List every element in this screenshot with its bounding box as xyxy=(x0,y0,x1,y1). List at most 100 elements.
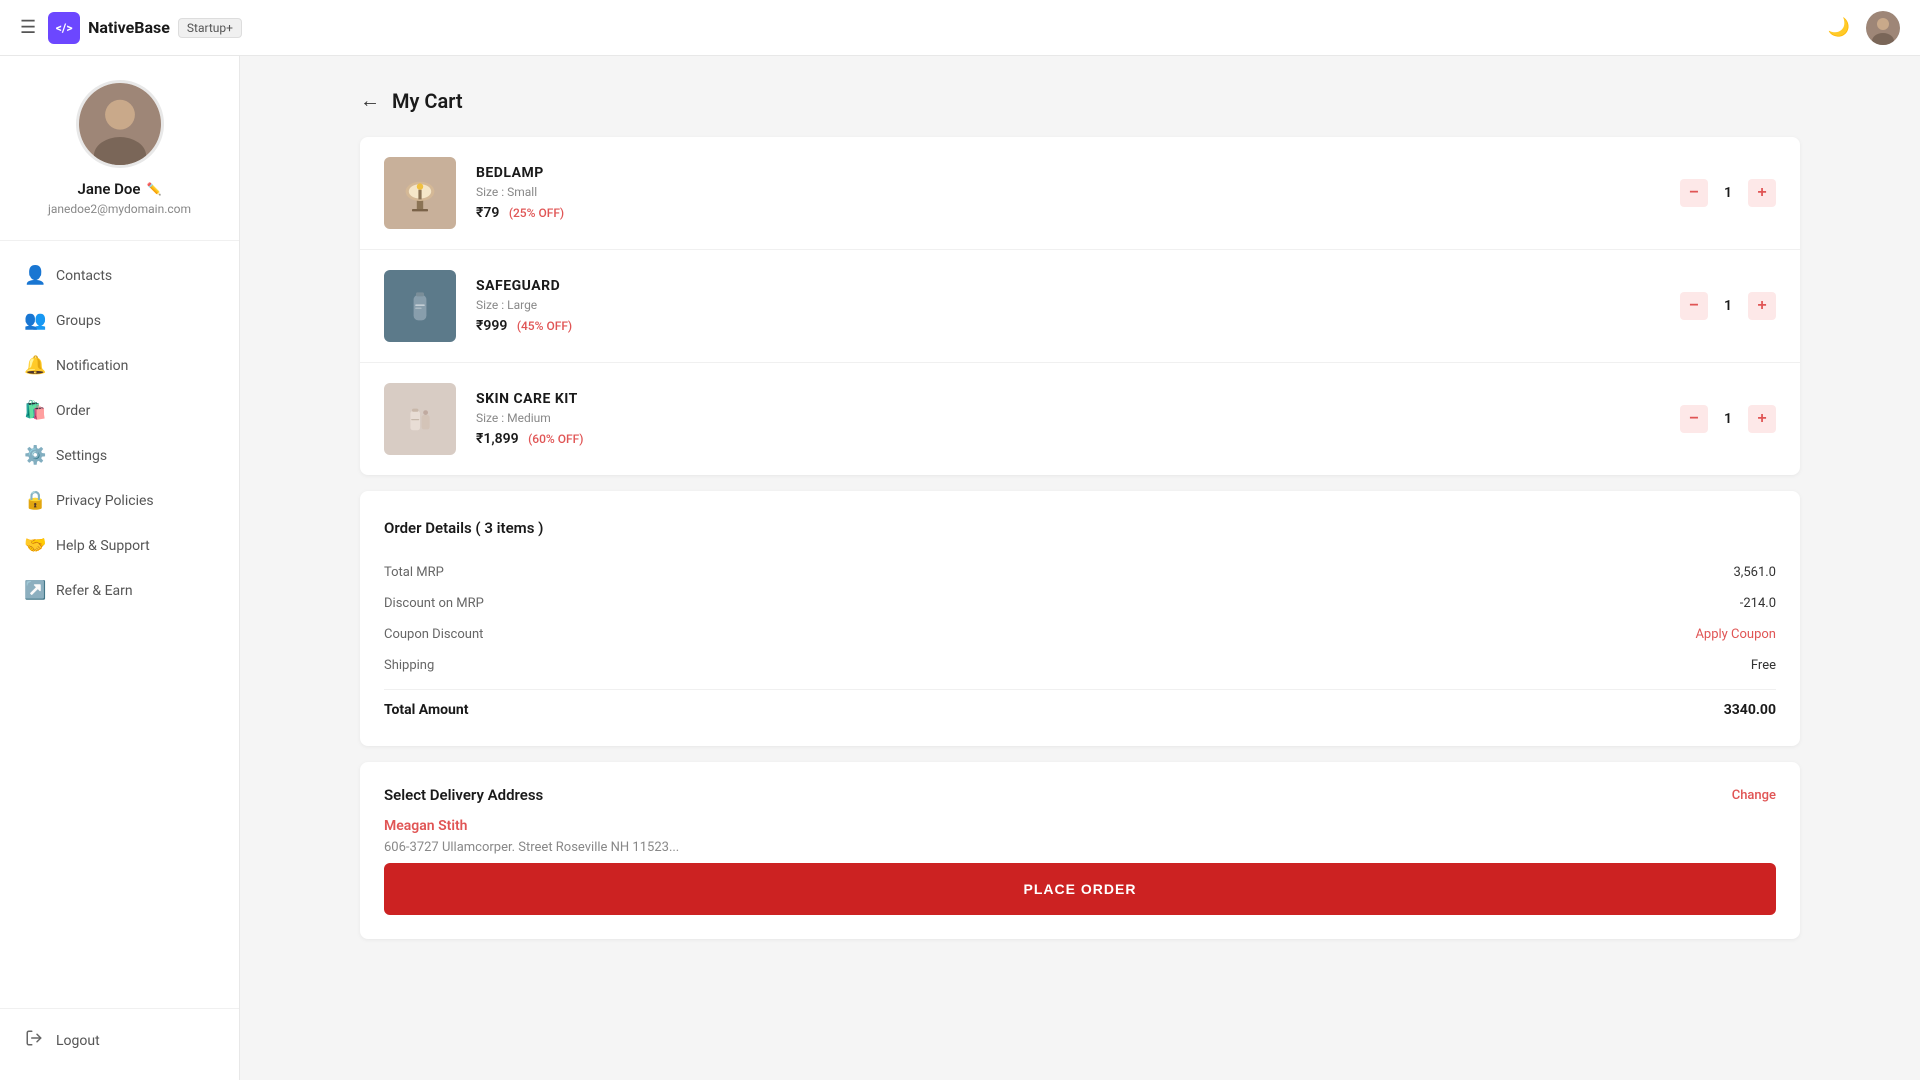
settings-icon: ⚙️ xyxy=(24,445,44,466)
order-total-value: 3340.00 xyxy=(1724,702,1776,718)
qty-increase-safeguard[interactable]: + xyxy=(1748,292,1776,320)
delivery-card: Select Delivery Address Change Meagan St… xyxy=(360,762,1800,939)
user-avatar-topbar[interactable] xyxy=(1866,11,1900,45)
topbar-left: ☰ </> NativeBase Startup+ xyxy=(20,12,242,44)
item-info-bedlamp: BEDLAMP Size : Small ₹79 (25% OFF) xyxy=(456,165,1680,221)
item-price: ₹79 (25% OFF) xyxy=(476,205,1660,221)
logo-icon: </> xyxy=(48,12,80,44)
refer-icon: ↗️ xyxy=(24,580,44,601)
item-discount: (45% OFF) xyxy=(517,319,572,333)
delivery-title: Select Delivery Address xyxy=(384,786,543,804)
layout: Jane Doe ✏️ janedoe2@mydomain.com 👤 Cont… xyxy=(0,56,1920,1080)
sidebar-item-label: Privacy Policies xyxy=(56,493,154,509)
groups-icon: 👥 xyxy=(24,310,44,331)
qty-control-safeguard: − 1 + xyxy=(1680,292,1776,320)
delivery-address: 606-3727 Ullamcorper. Street Roseville N… xyxy=(384,840,1776,855)
sidebar-item-notification[interactable]: 🔔 Notification xyxy=(0,343,239,388)
topbar-right: 🌙 xyxy=(1828,11,1900,45)
logo-container: </> NativeBase Startup+ xyxy=(48,12,242,44)
order-details-card: Order Details ( 3 items ) Total MRP 3,56… xyxy=(360,491,1800,746)
sidebar-item-settings[interactable]: ⚙️ Settings xyxy=(0,433,239,478)
order-row-mrp: Total MRP 3,561.0 xyxy=(384,557,1776,588)
order-row-discount: Discount on MRP -214.0 xyxy=(384,588,1776,619)
place-order-button[interactable]: PLACE ORDER xyxy=(384,863,1776,915)
qty-control-skincare: − 1 + xyxy=(1680,405,1776,433)
sidebar-item-label: Help & Support xyxy=(56,538,150,554)
qty-control-bedlamp: − 1 + xyxy=(1680,179,1776,207)
item-info-safeguard: SAFEGUARD Size : Large ₹999 (45% OFF) xyxy=(456,278,1680,334)
item-info-skincare: SKIN CARE KIT Size : Medium ₹1,899 (60% … xyxy=(456,391,1680,447)
sidebar-item-label: Settings xyxy=(56,448,107,464)
order-icon: 🛍️ xyxy=(24,400,44,421)
apply-coupon-button[interactable]: Apply Coupon xyxy=(1695,627,1776,642)
qty-increase-skincare[interactable]: + xyxy=(1748,405,1776,433)
item-size: Size : Large xyxy=(476,298,1660,312)
item-discount: (60% OFF) xyxy=(528,432,583,446)
sidebar-item-help-support[interactable]: 🤝 Help & Support xyxy=(0,523,239,568)
user-name: Jane Doe ✏️ xyxy=(78,180,162,198)
hamburger-icon[interactable]: ☰ xyxy=(20,17,36,38)
qty-decrease-skincare[interactable]: − xyxy=(1680,405,1708,433)
sidebar-item-logout[interactable]: Logout xyxy=(0,1017,239,1064)
back-arrow[interactable]: ← xyxy=(360,88,380,113)
privacy-icon: 🔒 xyxy=(24,490,44,511)
main-content: ← My Cart BEDLAMP xyxy=(240,56,1920,1080)
user-avatar xyxy=(76,80,164,168)
item-price: ₹1,899 (60% OFF) xyxy=(476,431,1660,447)
item-image-skincare xyxy=(384,383,456,455)
logo-text: NativeBase xyxy=(88,18,170,37)
page-header: ← My Cart xyxy=(360,88,1800,113)
qty-increase-bedlamp[interactable]: + xyxy=(1748,179,1776,207)
item-price: ₹999 (45% OFF) xyxy=(476,318,1660,334)
item-size: Size : Small xyxy=(476,185,1660,199)
sidebar-item-privacy-policies[interactable]: 🔒 Privacy Policies xyxy=(0,478,239,523)
cart-item-safeguard: SAFEGUARD Size : Large ₹999 (45% OFF) − … xyxy=(360,250,1800,363)
order-row-coupon: Coupon Discount Apply Coupon xyxy=(384,619,1776,650)
nav-items: 👤 Contacts 👥 Groups 🔔 Notification 🛍️ Or… xyxy=(0,241,239,1008)
item-name: SAFEGUARD xyxy=(476,278,1660,294)
qty-num-safeguard: 1 xyxy=(1720,298,1736,314)
sidebar: Jane Doe ✏️ janedoe2@mydomain.com 👤 Cont… xyxy=(0,56,240,1080)
order-label-mrp: Total MRP xyxy=(384,565,444,580)
cart-item-skincare: SKIN CARE KIT Size : Medium ₹1,899 (60% … xyxy=(360,363,1800,475)
item-name: BEDLAMP xyxy=(476,165,1660,181)
qty-decrease-safeguard[interactable]: − xyxy=(1680,292,1708,320)
sidebar-item-label: Groups xyxy=(56,313,101,329)
sidebar-item-label: Order xyxy=(56,403,90,419)
qty-decrease-bedlamp[interactable]: − xyxy=(1680,179,1708,207)
topbar: ☰ </> NativeBase Startup+ 🌙 xyxy=(0,0,1920,56)
order-value-discount: -214.0 xyxy=(1740,596,1776,611)
contacts-icon: 👤 xyxy=(24,265,44,286)
sidebar-item-groups[interactable]: 👥 Groups xyxy=(0,298,239,343)
delivery-header: Select Delivery Address Change xyxy=(384,786,1776,804)
item-size: Size : Medium xyxy=(476,411,1660,425)
qty-num-bedlamp: 1 xyxy=(1720,185,1736,201)
sidebar-item-label: Notification xyxy=(56,358,128,374)
user-profile: Jane Doe ✏️ janedoe2@mydomain.com xyxy=(0,80,239,241)
order-value-shipping: Free xyxy=(1751,658,1776,673)
sidebar-item-contacts[interactable]: 👤 Contacts xyxy=(0,253,239,298)
page-title: My Cart xyxy=(392,89,463,113)
order-label-shipping: Shipping xyxy=(384,658,434,673)
item-image-bedlamp xyxy=(384,157,456,229)
order-value-mrp: 3,561.0 xyxy=(1733,565,1776,580)
sidebar-item-refer-earn[interactable]: ↗️ Refer & Earn xyxy=(0,568,239,613)
sidebar-item-order[interactable]: 🛍️ Order xyxy=(0,388,239,433)
order-total-label: Total Amount xyxy=(384,702,468,718)
delivery-name: Meagan Stith xyxy=(384,818,1776,834)
moon-icon[interactable]: 🌙 xyxy=(1828,17,1850,38)
qty-num-skincare: 1 xyxy=(1720,411,1736,427)
order-row-shipping: Shipping Free xyxy=(384,650,1776,681)
order-label-coupon: Coupon Discount xyxy=(384,627,483,642)
startup-badge: Startup+ xyxy=(178,18,242,38)
edit-name-icon[interactable]: ✏️ xyxy=(146,182,161,196)
cart-item-bedlamp: BEDLAMP Size : Small ₹79 (25% OFF) − 1 + xyxy=(360,137,1800,250)
item-discount: (25% OFF) xyxy=(509,206,564,220)
item-image-safeguard xyxy=(384,270,456,342)
order-details-title: Order Details ( 3 items ) xyxy=(384,519,1776,537)
order-label-discount: Discount on MRP xyxy=(384,596,484,611)
order-total-row: Total Amount 3340.00 xyxy=(384,689,1776,718)
change-address-button[interactable]: Change xyxy=(1732,788,1776,803)
help-icon: 🤝 xyxy=(24,535,44,556)
sidebar-item-label: Refer & Earn xyxy=(56,583,133,599)
